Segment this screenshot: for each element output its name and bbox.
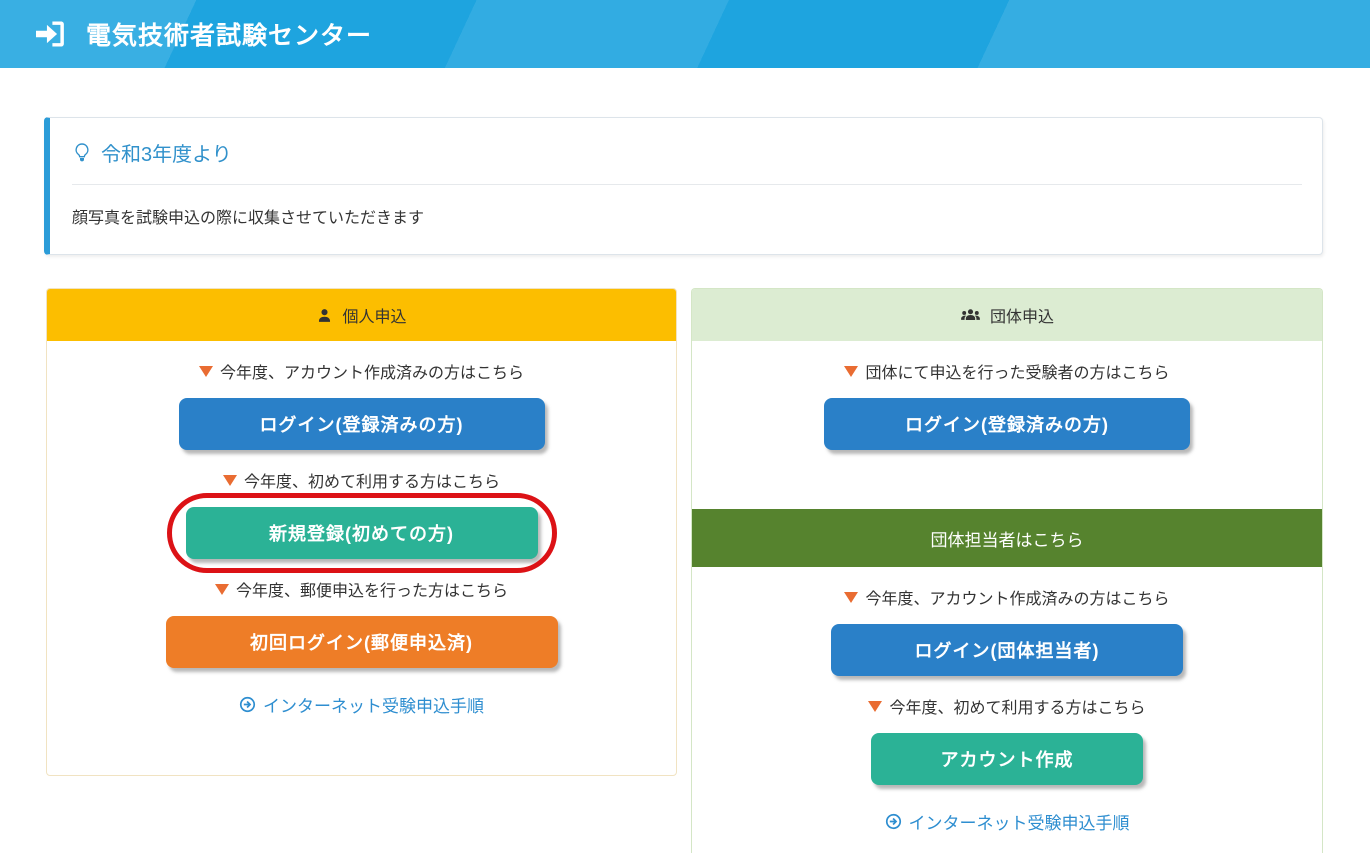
group-procedure-link[interactable]: インターネット受験申込手順 — [692, 809, 1322, 834]
register-button-wrap: 新規登録(初めての方) — [186, 507, 538, 559]
notice-body-text: 顔写真を試験申込の際に収集させていただきます — [72, 204, 1302, 228]
site-title: 電気技術者試験センター — [86, 16, 372, 52]
triangle-marker-icon — [868, 701, 882, 712]
group-section1-label: 団体にて申込を行った受験者の方はこちら — [692, 359, 1322, 383]
notice-title-row: 令和3年度より — [72, 138, 1302, 167]
group-section2-label: 今年度、アカウント作成済みの方はこちら — [692, 585, 1322, 609]
triangle-marker-icon — [199, 366, 213, 377]
triangle-marker-icon — [844, 592, 858, 603]
personal-section3-label: 今年度、郵便申込を行った方はこちら — [47, 577, 676, 601]
group-card-header: 団体申込 — [692, 289, 1322, 341]
triangle-marker-icon — [223, 475, 237, 486]
personal-section1-label: 今年度、アカウント作成済みの方はこちら — [47, 359, 676, 383]
group-card-title: 団体申込 — [990, 303, 1054, 327]
personal-login-button[interactable]: ログイン(登録済みの方) — [179, 398, 545, 450]
personal-card-header: 個人申込 — [47, 289, 676, 341]
group-create-account-button[interactable]: アカウント作成 — [871, 733, 1143, 785]
personal-first-login-button[interactable]: 初回ログイン(郵便申込済) — [166, 616, 558, 668]
group-examinee-login-button[interactable]: ログイン(登録済みの方) — [824, 398, 1190, 450]
notice-panel: 令和3年度より 顔写真を試験申込の際に収集させていただきます — [44, 117, 1323, 255]
personal-section2-label: 今年度、初めて利用する方はこちら — [47, 468, 676, 492]
person-icon — [316, 307, 333, 324]
personal-card-title: 個人申込 — [342, 303, 406, 327]
group-manager-band: 団体担当者はこちら — [692, 509, 1322, 567]
sign-in-icon — [34, 18, 66, 50]
personal-application-card: 個人申込 今年度、アカウント作成済みの方はこちら ログイン(登録済みの方) 今年… — [46, 288, 677, 776]
arrow-circle-right-icon — [885, 813, 902, 830]
personal-procedure-link[interactable]: インターネット受験申込手順 — [47, 692, 676, 717]
top-header-bar: 電気技術者試験センター — [0, 0, 1370, 68]
application-cards-row: 個人申込 今年度、アカウント作成済みの方はこちら ログイン(登録済みの方) 今年… — [46, 288, 1370, 853]
triangle-marker-icon — [844, 366, 858, 377]
lightbulb-icon — [72, 142, 92, 164]
group-application-card: 団体申込 団体にて申込を行った受験者の方はこちら ログイン(登録済みの方) 団体… — [691, 288, 1323, 853]
notice-divider — [72, 184, 1302, 185]
personal-register-button[interactable]: 新規登録(初めての方) — [186, 507, 538, 559]
triangle-marker-icon — [215, 584, 229, 595]
arrow-circle-right-icon — [239, 696, 256, 713]
group-manager-login-button[interactable]: ログイン(団体担当者) — [831, 624, 1183, 676]
users-group-icon — [960, 307, 981, 324]
notice-title: 令和3年度より — [101, 138, 232, 167]
group-section3-label: 今年度、初めて利用する方はこちら — [692, 694, 1322, 718]
